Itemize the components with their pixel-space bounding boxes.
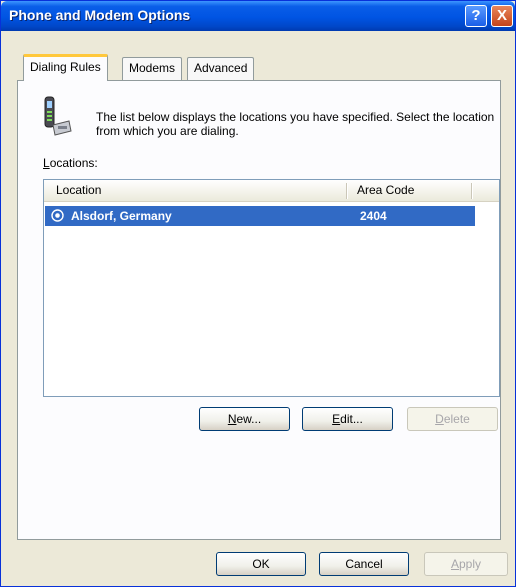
- edit-button-mnemonic: E: [332, 412, 341, 426]
- cancel-button[interactable]: Cancel: [319, 552, 409, 576]
- locations-label: Locations:: [43, 156, 98, 170]
- description-text: The list below displays the locations yo…: [96, 110, 495, 138]
- new-button[interactable]: New...: [199, 407, 290, 431]
- apply-button[interactable]: Apply: [424, 552, 508, 576]
- delete-button-label: elete: [443, 412, 470, 426]
- column-header-location[interactable]: Location: [50, 180, 350, 201]
- list-header: Location Area Code: [44, 180, 499, 202]
- apply-button-mnemonic: A: [450, 557, 459, 571]
- area-code-cell: 2404: [360, 209, 387, 223]
- apply-button-label: pply: [459, 557, 482, 571]
- radio-selected-icon: [51, 209, 64, 222]
- tab-modems-label: Modems: [129, 61, 176, 75]
- locations-label-mnemonic: L: [43, 156, 50, 170]
- ok-button[interactable]: OK: [216, 552, 306, 576]
- title-bar[interactable]: Phone and Modem Options ? X: [1, 1, 515, 31]
- column-divider[interactable]: [346, 183, 348, 199]
- edit-button-label: dit...: [340, 412, 363, 426]
- location-cell: Alsdorf, Germany: [71, 209, 172, 223]
- phone-icon: [44, 96, 72, 136]
- help-icon: ?: [471, 7, 481, 24]
- close-icon: X: [496, 7, 507, 24]
- column-header-area-code[interactable]: Area Code: [351, 180, 469, 201]
- edit-button[interactable]: Edit...: [302, 407, 393, 431]
- tab-dialing-rules-label: Dialing Rules: [30, 60, 101, 74]
- delete-button-mnemonic: D: [435, 412, 444, 426]
- tab-dialing-rules[interactable]: Dialing Rules: [23, 54, 108, 81]
- close-button[interactable]: X: [491, 5, 513, 27]
- help-button[interactable]: ?: [465, 5, 487, 27]
- new-button-label: ew...: [236, 412, 262, 426]
- locations-list[interactable]: Location Area Code Alsdorf, Germany 2404: [43, 179, 500, 397]
- table-row[interactable]: Alsdorf, Germany 2404: [45, 206, 475, 226]
- phone-modem-options-window: Phone and Modem Options ? X Modems Advan…: [0, 0, 516, 587]
- tab-advanced-label: Advanced: [194, 61, 248, 75]
- window-title: Phone and Modem Options: [9, 7, 191, 23]
- tab-advanced[interactable]: Advanced: [187, 57, 255, 80]
- locations-label-rest: ocations:: [49, 156, 98, 170]
- tab-modems[interactable]: Modems: [122, 57, 183, 80]
- delete-button[interactable]: Delete: [407, 407, 498, 431]
- column-divider[interactable]: [471, 183, 473, 199]
